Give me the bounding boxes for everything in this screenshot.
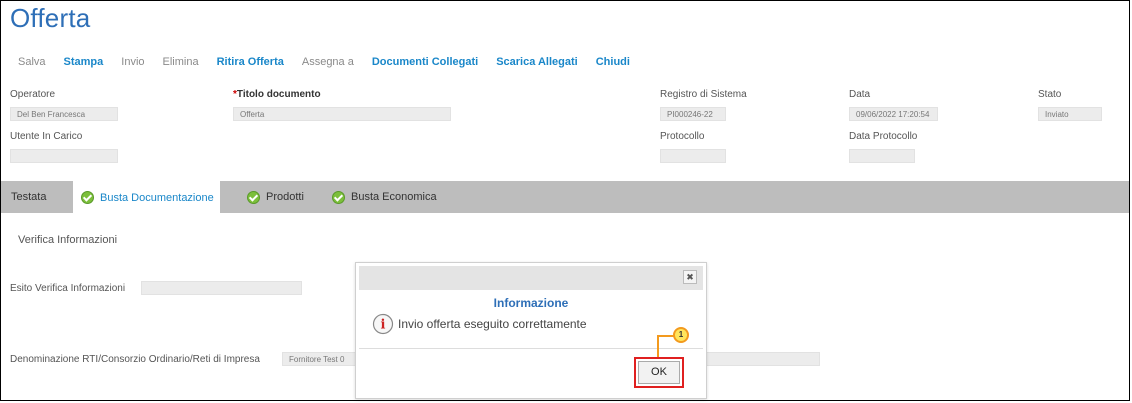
tab-prodotti[interactable]: Prodotti: [247, 181, 304, 213]
page-title: Offerta: [10, 3, 91, 33]
titolo-label: *Titolo documento: [233, 89, 321, 100]
denominazione-label: Denominazione RTI/Consorzio Ordinario/Re…: [10, 354, 260, 365]
tab-busta-economica[interactable]: Busta Economica: [332, 181, 437, 213]
tab-busta-documentazione[interactable]: Busta Documentazione: [73, 181, 220, 214]
utente-label: Utente In Carico: [10, 131, 83, 142]
check-icon: [247, 190, 260, 204]
save-button[interactable]: Salva: [18, 56, 46, 68]
dialog-message: Invio offerta eseguito correttamente: [398, 317, 587, 331]
info-icon: i: [372, 313, 394, 335]
registro-field: PI000246-22: [660, 107, 726, 121]
callout-line: [658, 335, 674, 337]
esito-field[interactable]: [141, 281, 302, 295]
send-button[interactable]: Invio: [121, 56, 144, 68]
tab-testata-label: Testata: [11, 191, 47, 203]
print-button[interactable]: Stampa: [64, 56, 104, 68]
data-protocollo-field: [849, 149, 915, 163]
tab-busta-documentazione-label: Busta Documentazione: [100, 191, 214, 204]
close-button[interactable]: Chiudi: [596, 56, 630, 68]
dialog-header: ✖: [359, 266, 703, 290]
utente-field: [10, 149, 118, 163]
tab-busta-economica-label: Busta Economica: [351, 191, 437, 203]
callout-badge: 1: [673, 327, 689, 343]
delete-button[interactable]: Elimina: [163, 56, 199, 68]
operatore-label: Operatore: [10, 89, 56, 100]
stato-field: Inviato: [1038, 107, 1102, 121]
data-field: 09/06/2022 17:20:54: [849, 107, 938, 121]
registro-label: Registro di Sistema: [660, 89, 747, 100]
protocollo-field: [660, 149, 726, 163]
titolo-field[interactable]: Offerta: [233, 107, 451, 121]
check-icon: [332, 190, 345, 204]
section-title: Verifica Informazioni: [18, 234, 118, 246]
svg-text:i: i: [381, 318, 386, 333]
linked-documents-button[interactable]: Documenti Collegati: [372, 56, 478, 68]
tab-prodotti-label: Prodotti: [266, 191, 304, 203]
tab-testata[interactable]: Testata: [11, 181, 46, 213]
titolo-label-text: Titolo documento: [236, 89, 321, 100]
toolbar: Salva Stampa Invio Elimina Ritira Offert…: [18, 56, 648, 68]
callout-line: [657, 335, 659, 357]
tab-bar: Testata Busta Documentazione Prodotti Bu…: [1, 181, 1129, 214]
withdraw-offer-button[interactable]: Ritira Offerta: [217, 56, 284, 68]
download-attachments-button[interactable]: Scarica Allegati: [496, 56, 578, 68]
stato-label: Stato: [1038, 89, 1062, 100]
data-protocollo-label: Data Protocollo: [849, 131, 918, 142]
assign-to-button[interactable]: Assegna a: [302, 56, 354, 68]
ok-button[interactable]: OK: [638, 361, 680, 384]
check-icon: [81, 191, 94, 204]
close-icon[interactable]: ✖: [683, 270, 697, 284]
dialog-divider: [359, 348, 703, 349]
data-label: Data: [849, 89, 871, 100]
denominazione-field[interactable]: Fornitore Test 0: [282, 352, 356, 366]
denominazione-field-ext: [700, 352, 820, 366]
dialog-title: Informazione: [493, 296, 569, 310]
operatore-field: Del Ben Francesca: [10, 107, 118, 121]
esito-label: Esito Verifica Informazioni: [10, 283, 126, 294]
protocollo-label: Protocollo: [660, 131, 705, 142]
